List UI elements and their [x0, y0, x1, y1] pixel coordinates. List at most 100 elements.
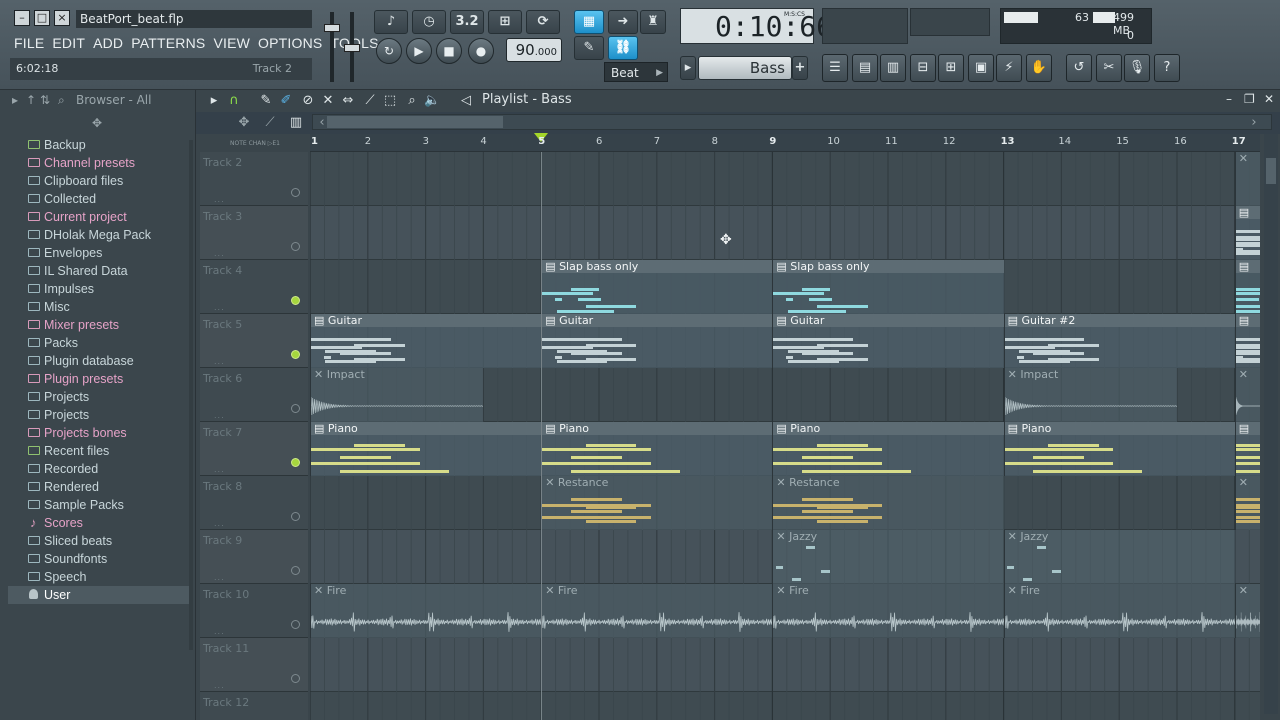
track-mute-led-icon[interactable]	[291, 620, 300, 629]
clip-header[interactable]: ▤	[1235, 206, 1260, 219]
clip-header[interactable]: ✕	[1236, 152, 1260, 165]
slip-tool-icon[interactable]: ⇔	[340, 93, 356, 109]
playlist-clip[interactable]: ✕ Restance	[541, 476, 773, 530]
playlist-clip[interactable]: ▤ Guitar #2	[1003, 314, 1235, 368]
playlist-clip[interactable]: ✕ Jazzy	[1003, 530, 1235, 584]
clip-header[interactable]: ✕ Fire	[542, 584, 772, 597]
playlist-clip[interactable]: ✕ Impact	[310, 368, 484, 422]
clip-header[interactable]: ▤	[1235, 260, 1260, 273]
browser-item-projects[interactable]: Projects	[8, 406, 192, 424]
metronome-icon[interactable]: ◷	[412, 10, 446, 34]
playlist-clip[interactable]: ✕	[1234, 476, 1260, 530]
browser-item-mixer-presets[interactable]: Mixer presets	[8, 316, 192, 334]
clip-header[interactable]: ▤ Guitar #2	[1004, 314, 1235, 327]
clip-header[interactable]: ✕ Impact	[311, 368, 483, 381]
touch-controller-icon[interactable]: ✋	[1026, 54, 1052, 82]
track-lane[interactable]	[310, 152, 1260, 206]
move-icon[interactable]: ✥	[236, 115, 252, 131]
playlist-clip[interactable]: ▤ Piano	[310, 422, 542, 476]
scroll-right-icon[interactable]: ›	[1246, 115, 1262, 131]
playlist-clip[interactable]: ▤	[1234, 422, 1260, 476]
playlist-clip[interactable]: ▤ Guitar	[541, 314, 773, 368]
track-mute-led-icon[interactable]	[291, 242, 300, 251]
playlist-clip[interactable]: ✕	[1234, 152, 1260, 206]
playlist-clip[interactable]: ✕ Fire	[541, 584, 773, 638]
browser-item-recorded[interactable]: Recorded	[8, 460, 192, 478]
channel-rack-icon[interactable]: ▤	[852, 54, 878, 82]
playlist-icon[interactable]: ☰	[822, 54, 848, 82]
clip-header[interactable]: ✕ Fire	[1005, 584, 1235, 597]
up-arrow-icon[interactable]: ↑	[26, 90, 36, 110]
browser-item-clipboard-files[interactable]: Clipboard files	[8, 172, 192, 190]
record-button[interactable]: ●	[468, 38, 494, 64]
browser-item-backup[interactable]: Backup	[8, 136, 192, 154]
track-lane[interactable]	[310, 692, 1260, 720]
slice-tool-icon[interactable]: ⟋	[362, 93, 378, 109]
master-volume-slider[interactable]	[324, 12, 340, 82]
browser-item-projects-bones[interactable]: Projects bones	[8, 424, 192, 442]
browser-item-rendered[interactable]: Rendered	[8, 478, 192, 496]
playlist-clip[interactable]: ▤ Piano	[1003, 422, 1235, 476]
playlist-minimize-icon[interactable]: –	[1226, 92, 1232, 106]
clip-header[interactable]: ▤ Piano	[311, 422, 542, 435]
browser-item-envelopes[interactable]: Envelopes	[8, 244, 192, 262]
track-header[interactable]: Track 2...	[200, 152, 308, 206]
menu-edit[interactable]: EDIT	[52, 32, 85, 54]
add-pattern-icon[interactable]: +	[792, 56, 808, 80]
mute-tool-icon[interactable]: ✕	[320, 93, 336, 109]
playlist-clip[interactable]: ✕ Fire	[1003, 584, 1235, 638]
playlist-vertical-scrollbar[interactable]	[1264, 134, 1278, 714]
playlist-close-icon[interactable]: ✕	[1264, 92, 1274, 106]
clip-header[interactable]: ✕ Restance	[542, 476, 772, 489]
magnet-icon[interactable]: ∩	[226, 93, 242, 109]
track-mute-led-icon[interactable]	[291, 296, 300, 305]
track-header[interactable]: Track 4...	[200, 260, 308, 314]
playlist-clip[interactable]: ▤ Piano	[772, 422, 1004, 476]
clip-header[interactable]: ▤ Piano	[542, 422, 773, 435]
link-tool-icon[interactable]: ⟋	[262, 115, 278, 131]
loop-record-icon[interactable]: ⟳	[526, 10, 560, 34]
mixer-icon[interactable]: ⊟	[910, 54, 936, 82]
browser-item-current-project[interactable]: Current project	[8, 208, 192, 226]
menu-view[interactable]: VIEW	[213, 32, 250, 54]
draw-tool-icon[interactable]: ✎	[258, 93, 274, 109]
track-mute-led-icon[interactable]	[291, 512, 300, 521]
scroll-left-icon[interactable]: ‹	[314, 115, 330, 131]
browser-item-user[interactable]: User	[8, 586, 192, 604]
cpu-memory-monitor[interactable]: 63 499 MB 0	[1000, 8, 1152, 44]
project-browser-icon[interactable]: ▣	[968, 54, 994, 82]
track-lane[interactable]	[310, 206, 1260, 260]
maximize-button[interactable]: □	[34, 10, 50, 26]
track-mute-led-icon[interactable]	[291, 674, 300, 683]
browser-item-sample-packs[interactable]: Sample Packs	[8, 496, 192, 514]
track-header[interactable]: Track 7...	[200, 422, 308, 476]
menu-file[interactable]: FILE	[14, 32, 44, 54]
clip-header[interactable]: ✕ Restance	[773, 476, 1003, 489]
playlist-clip[interactable]: ✕ Fire	[772, 584, 1004, 638]
clip-header[interactable]: ▤	[1235, 314, 1260, 327]
clip-header[interactable]: ▤ Guitar	[542, 314, 773, 327]
typing-keyboard-icon[interactable]: ♪	[374, 10, 408, 34]
playlist-clip[interactable]: ✕ Impact	[1003, 368, 1177, 422]
browser-item-collected[interactable]: Collected	[8, 190, 192, 208]
browser-item-impulses[interactable]: Impulses	[8, 280, 192, 298]
playlist-clip[interactable]: ▤	[1234, 206, 1260, 260]
pattern-mode-icon[interactable]: ▦	[574, 10, 604, 34]
timeline-ruler[interactable]: 1 2 3 4 5 6 7 8 9 10 11 12 13 14 15 16 17	[310, 133, 1260, 152]
track-header[interactable]: Track 9...	[200, 530, 308, 584]
clip-header[interactable]: ✕	[1236, 368, 1260, 381]
playlist-clip[interactable]: ▤ Slap bass only	[541, 260, 773, 314]
step-display[interactable]: 3.2	[450, 10, 484, 34]
clip-header[interactable]: ▤ Piano	[773, 422, 1004, 435]
overview-scrollbar[interactable]	[312, 114, 1272, 130]
undo-icon[interactable]: ↺	[1066, 54, 1092, 82]
track-mute-led-icon[interactable]	[291, 350, 300, 359]
clip-header[interactable]: ▤ Guitar	[311, 314, 542, 327]
minimize-button[interactable]: –	[14, 10, 30, 26]
clip-header[interactable]: ▤ Piano	[1004, 422, 1235, 435]
select-tool-icon[interactable]: ⬚	[382, 93, 398, 109]
pencil-mode-icon[interactable]: ✎	[574, 36, 604, 60]
browser-item-misc[interactable]: Misc	[8, 298, 192, 316]
clip-header[interactable]: ✕ Jazzy	[1005, 530, 1235, 543]
playlist-clip[interactable]: ✕ Fire	[310, 584, 542, 638]
